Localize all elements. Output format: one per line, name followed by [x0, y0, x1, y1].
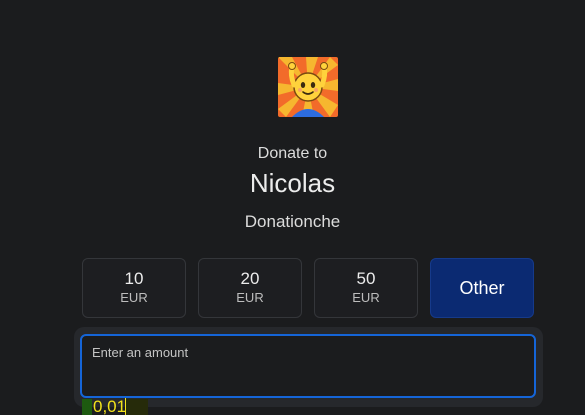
amount-value: 20: [240, 269, 260, 288]
amount-input-value: 0,01: [93, 397, 127, 415]
donate-to-label: Donate to: [257, 145, 328, 162]
amount-value: 50: [356, 269, 376, 288]
other-amount-label: Other: [459, 277, 505, 298]
recipient-avatar: [278, 57, 338, 117]
donation-page: Donate to Nicolas Donationche 10 EUR 20 …: [0, 0, 585, 415]
amount-input[interactable]: 0,01: [82, 366, 534, 415]
amount-currency: EUR: [236, 290, 264, 305]
amount-field-label: Enter an amount: [92, 345, 189, 360]
text-caret: [125, 398, 126, 415]
recipient-name: Nicolas: [249, 168, 336, 198]
amount-10-eur-button[interactable]: 10 EUR: [82, 258, 186, 318]
text-highlight: [82, 399, 92, 415]
amount-50-eur-button[interactable]: 50 EUR: [314, 258, 418, 318]
amount-currency: EUR: [352, 290, 380, 305]
other-amount-button[interactable]: Other: [430, 258, 534, 318]
donation-page-name: Donationche: [244, 212, 341, 231]
custom-amount-field[interactable]: Enter an amount 0,01: [80, 334, 536, 415]
amount-value: 10: [124, 269, 144, 288]
avatar-illustration-icon: [278, 57, 338, 117]
amount-currency: EUR: [120, 290, 148, 305]
text-highlight: [126, 399, 148, 415]
amount-20-eur-button[interactable]: 20 EUR: [198, 258, 302, 318]
